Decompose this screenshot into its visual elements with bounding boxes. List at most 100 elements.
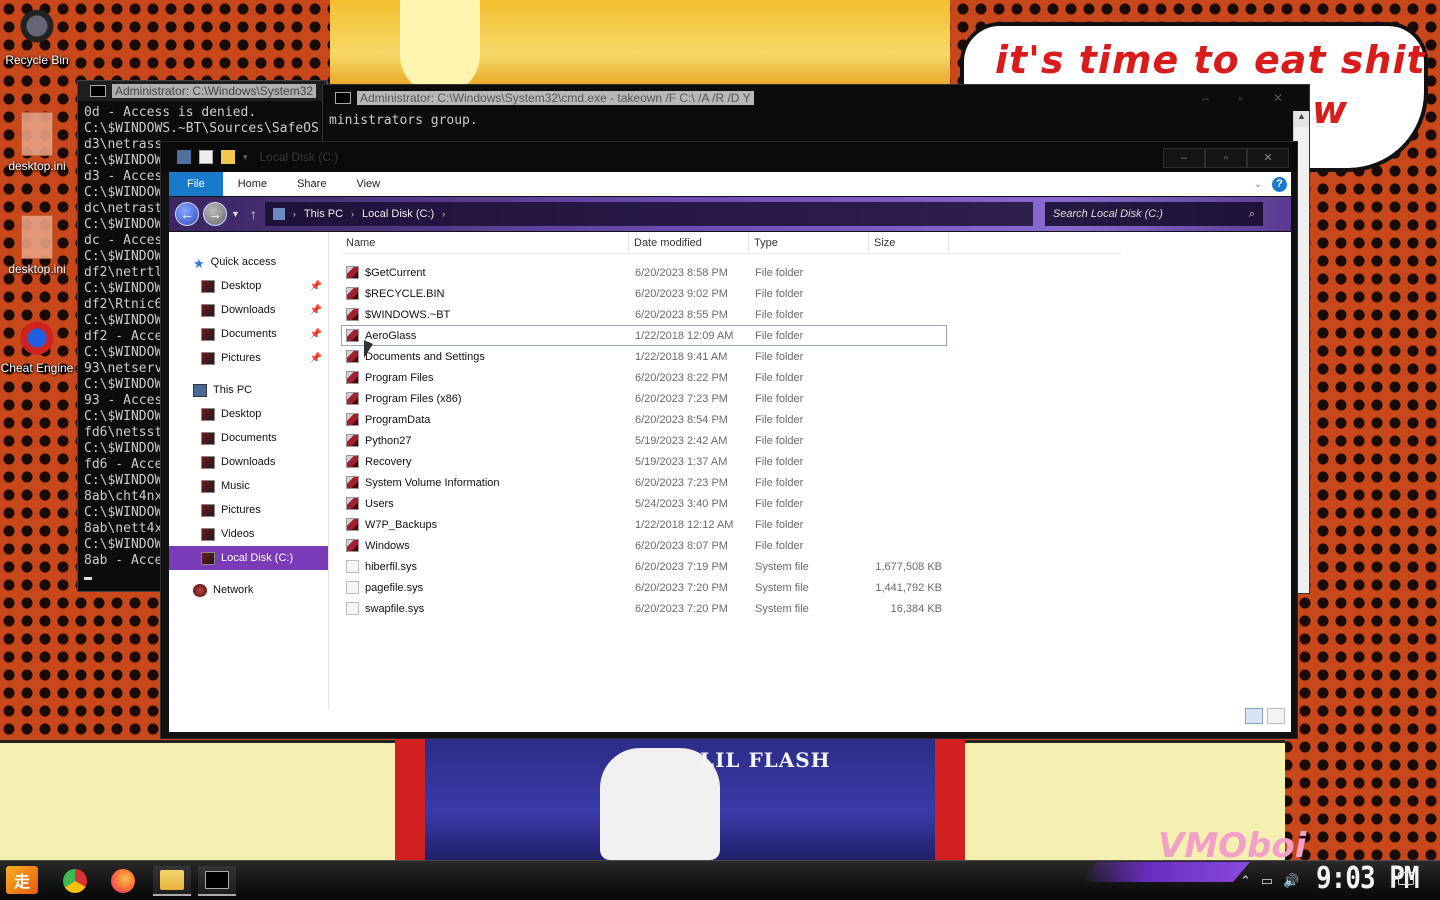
- file-row[interactable]: Users 5/24/2023 3:40 PM File folder: [341, 493, 947, 514]
- tab-view[interactable]: View: [341, 172, 395, 196]
- breadcrumb[interactable]: › This PC › Local Disk (C:) ›: [264, 202, 1033, 226]
- desktop-icon-desktop-ini-2[interactable]: desktop.ini: [0, 215, 74, 276]
- nav-item-documents[interactable]: Documents 📌: [169, 322, 328, 346]
- tab-share[interactable]: Share: [282, 172, 341, 196]
- show-hidden-icons-chevron-icon[interactable]: ⌃: [1240, 873, 1251, 889]
- nav-item-this-pc[interactable]: This PC: [169, 378, 328, 402]
- maximize-button[interactable]: ▫: [1239, 91, 1243, 105]
- mouse-cursor-icon: [364, 340, 373, 358]
- cmd-window-2-titlebar[interactable]: Administrator: C:\Windows\System32\cmd.e…: [323, 85, 1309, 111]
- nav-item-network[interactable]: Network: [169, 578, 328, 602]
- file-row[interactable]: Program Files 6/20/2023 8:22 PM File folde…: [341, 367, 947, 388]
- file-row[interactable]: System Volume Information 6/20/2023 7:23 …: [341, 472, 947, 493]
- minimize-button[interactable]: –: [1202, 91, 1209, 105]
- local-disk-icon: [201, 551, 215, 565]
- nav-item-downloads[interactable]: Downloads 📌: [169, 298, 328, 322]
- help-icon[interactable]: ?: [1272, 176, 1287, 192]
- maximize-button[interactable]: ▫: [1205, 148, 1247, 168]
- nav-item-desktop[interactable]: Desktop 📌: [169, 274, 328, 298]
- file-row[interactable]: pagefile.sys 6/20/2023 7:20 PM System file…: [341, 577, 947, 598]
- file-row[interactable]: swapfile.sys 6/20/2023 7:20 PM System file…: [341, 598, 947, 619]
- up-arrow-button[interactable]: ↑: [250, 206, 257, 222]
- network-icon[interactable]: ▭: [1261, 873, 1273, 889]
- taskbar-cmd[interactable]: [198, 866, 236, 896]
- cmd-window-1-titlebar[interactable]: Administrator: C:\Windows\System32: [78, 81, 326, 101]
- file-row[interactable]: AeroGlass 1/22/2018 12:09 AM File folder: [341, 325, 947, 346]
- volume-icon[interactable]: 🔊: [1283, 873, 1299, 889]
- column-header-type[interactable]: Type: [749, 231, 869, 254]
- column-header-date-modified[interactable]: Date modified: [629, 231, 749, 254]
- column-header-size[interactable]: Size: [869, 231, 949, 254]
- forward-button[interactable]: →: [203, 202, 227, 226]
- pin-icon[interactable]: 📌: [310, 329, 322, 340]
- new-folder-icon[interactable]: [221, 150, 235, 164]
- column-header-name[interactable]: Name: [341, 231, 629, 254]
- nav-item-desktop[interactable]: Desktop: [169, 402, 328, 426]
- minimize-button[interactable]: –: [1163, 148, 1205, 168]
- close-button[interactable]: ✕: [1273, 91, 1283, 105]
- file-row[interactable]: Program Files (x86) 6/20/2023 7:23 PM File…: [341, 388, 947, 409]
- tab-file[interactable]: File: [169, 172, 223, 196]
- file-name: swapfile.sys: [365, 602, 425, 615]
- file-row[interactable]: Python27 5/19/2023 2:42 AM File folder: [341, 430, 947, 451]
- desktop-icon-cheat-engine[interactable]: Cheat Engine: [0, 318, 74, 375]
- search-icon[interactable]: ⌕: [1249, 208, 1255, 221]
- desktop-icon-desktop-ini[interactable]: desktop.ini: [0, 112, 74, 173]
- nav-item-music[interactable]: Music: [169, 474, 328, 498]
- this-pc-icon: [193, 383, 207, 397]
- properties-icon[interactable]: [177, 150, 191, 164]
- details-view-icon[interactable]: [1245, 708, 1263, 724]
- file-row[interactable]: Documents and Settings 1/22/2018 9:41 AM F…: [341, 346, 947, 367]
- search-input[interactable]: Search Local Disk (C:) ⌕: [1044, 202, 1263, 226]
- breadcrumb-this-pc[interactable]: This PC: [304, 208, 343, 220]
- breadcrumb-separator-icon[interactable]: ›: [351, 209, 354, 219]
- folder-icon: [346, 476, 359, 489]
- file-row[interactable]: $GetCurrent 6/20/2023 8:58 PM File folder: [341, 262, 947, 283]
- file-row[interactable]: ProgramData 6/20/2023 8:54 PM File folder: [341, 409, 947, 430]
- checkmark-icon[interactable]: [199, 150, 213, 164]
- taskbar-firefox[interactable]: [104, 866, 142, 896]
- folder-icon: [346, 455, 359, 468]
- start-button[interactable]: 走: [6, 866, 38, 894]
- large-icons-view-icon[interactable]: [1267, 708, 1285, 724]
- downloads-folder-icon: [201, 303, 215, 317]
- recent-locations-dropdown-icon[interactable]: ▼: [231, 209, 240, 219]
- nav-item-videos[interactable]: Videos: [169, 522, 328, 546]
- file-name: System Volume Information: [365, 476, 500, 489]
- close-button[interactable]: ✕: [1247, 148, 1289, 168]
- breadcrumb-separator-icon[interactable]: ›: [293, 209, 296, 219]
- explorer-titlebar[interactable]: ▾ Local Disk (C:) – ▫ ✕: [161, 142, 1297, 172]
- nav-item-downloads[interactable]: Downloads: [169, 450, 328, 474]
- back-button[interactable]: ←: [175, 202, 199, 226]
- file-explorer-window[interactable]: ▾ Local Disk (C:) – ▫ ✕ File Home Share …: [160, 141, 1298, 739]
- breadcrumb-separator-icon[interactable]: ›: [442, 209, 445, 219]
- scroll-up-arrow-icon[interactable]: ▲: [1294, 111, 1309, 127]
- file-row[interactable]: $RECYCLE.BIN 6/20/2023 9:02 PM File folder: [341, 283, 947, 304]
- breadcrumb-local-disk[interactable]: Local Disk (C:): [362, 208, 434, 220]
- file-name: Windows: [365, 539, 410, 552]
- file-row[interactable]: W7P_Backups 1/22/2018 12:12 AM File folder: [341, 514, 947, 535]
- file-row[interactable]: Recovery 5/19/2023 1:37 AM File folder: [341, 451, 947, 472]
- pin-icon[interactable]: 📌: [310, 305, 322, 316]
- taskbar-chrome[interactable]: [56, 866, 94, 896]
- file-row[interactable]: Windows 6/20/2023 8:07 PM File folder: [341, 535, 947, 556]
- taskbar-file-explorer[interactable]: [153, 866, 191, 896]
- nav-item-documents[interactable]: Documents: [169, 426, 328, 450]
- tab-home[interactable]: Home: [223, 172, 282, 196]
- expand-ribbon-chevron-icon[interactable]: ⌄: [1254, 179, 1262, 190]
- ini-file-icon: [21, 112, 53, 156]
- nav-item-local-disk-c[interactable]: Local Disk (C:): [169, 546, 328, 570]
- file-name-cell: Users: [342, 497, 630, 510]
- nav-item-pictures[interactable]: Pictures: [169, 498, 328, 522]
- desktop-icon-recycle-bin[interactable]: Recycle Bin: [0, 10, 74, 67]
- cmd-icon: [90, 85, 106, 97]
- file-row[interactable]: $WINDOWS.~BT 6/20/2023 8:55 PM File folder: [341, 304, 947, 325]
- pin-icon[interactable]: 📌: [310, 281, 322, 292]
- quick-access-dropdown-icon[interactable]: ▾: [243, 152, 248, 163]
- pin-icon[interactable]: 📌: [310, 353, 322, 364]
- file-name: Users: [365, 497, 394, 510]
- action-center-icon[interactable]: [1398, 872, 1414, 885]
- nav-item-quick-access[interactable]: ★ Quick access: [169, 250, 328, 274]
- nav-item-pictures[interactable]: Pictures 📌: [169, 346, 328, 370]
- file-row[interactable]: hiberfil.sys 6/20/2023 7:19 PM System file…: [341, 556, 947, 577]
